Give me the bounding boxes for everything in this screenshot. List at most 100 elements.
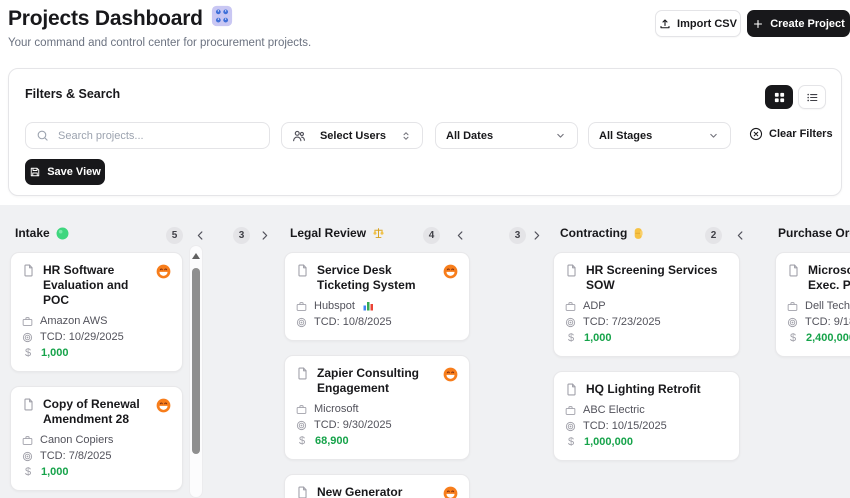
vendor-name: Dell Technologies — [805, 300, 850, 312]
tcd-row: TCD: 10/15/2025 — [565, 418, 728, 434]
value-row: $2,400,000 — [787, 330, 850, 346]
column-next-button[interactable] — [257, 228, 272, 243]
tcd-row: TCD: 7/8/2025 — [22, 448, 171, 464]
users-icon — [292, 129, 306, 143]
tcd-date: TCD: 7/8/2025 — [40, 450, 112, 462]
chevron-down-icon — [554, 129, 567, 142]
target-icon — [296, 420, 307, 431]
project-card[interactable]: HR Software Evaluation and POC Amazon AWS… — [10, 252, 183, 372]
project-value: 1,000,000 — [584, 436, 633, 448]
column-name: Purchase Orders — [778, 226, 850, 240]
project-card[interactable]: HR Screening Services SOWADPTCD: 7/23/20… — [553, 252, 740, 357]
scrollbar-thumb[interactable] — [192, 268, 200, 454]
smiley-icon — [443, 367, 458, 382]
page-subtitle: Your command and control center for proc… — [8, 37, 311, 49]
value-row: $1,000 — [22, 345, 171, 361]
card-meta: Dell TechnologiesTCD: 9/18/2025$2,400,00… — [787, 298, 850, 346]
card-header: HR Software Evaluation and POC — [22, 263, 171, 308]
smiley-icon — [443, 486, 458, 498]
clear-filters-label: Clear Filters — [769, 128, 833, 140]
vendor-name: Amazon AWS — [40, 315, 107, 327]
project-card[interactable]: Zapier Consulting Engagement Microsoft TCD… — [284, 355, 470, 460]
card-header: Microsoft Exec. Purchase — [787, 263, 850, 293]
tcd-row: TCD: 10/29/2025 — [22, 329, 171, 345]
select-users-dropdown[interactable]: Select Users — [281, 122, 423, 149]
briefcase-icon — [296, 301, 307, 312]
search-field[interactable] — [25, 122, 270, 149]
document-icon — [296, 264, 309, 277]
vendor-row: ADP — [565, 298, 728, 314]
vendor-row: Dell Technologies — [787, 298, 850, 314]
briefcase-icon — [565, 405, 576, 416]
project-card[interactable]: Service Desk Ticketing System HubspotTCD:… — [284, 252, 470, 341]
floppy-disk-icon — [29, 166, 41, 178]
select-users-label: Select Users — [320, 130, 386, 142]
vendor-name: Microsoft — [314, 403, 359, 415]
document-icon — [22, 264, 35, 277]
card-header: Zapier Consulting Engagement — [296, 366, 458, 396]
target-icon — [565, 317, 576, 328]
column-prev-button[interactable] — [193, 228, 208, 243]
value-row: $1,000 — [22, 464, 171, 480]
project-card[interactable]: Microsoft Exec. Purchase Dell Technologie… — [775, 252, 850, 357]
all-dates-dropdown[interactable]: All Dates — [435, 122, 578, 149]
column-prev-button[interactable] — [733, 228, 748, 243]
page-title-text: Projects Dashboard — [8, 7, 203, 31]
smiley-icon — [156, 398, 171, 413]
target-icon — [565, 421, 576, 432]
target-icon — [22, 332, 33, 343]
search-input[interactable] — [56, 129, 259, 143]
card-meta: HubspotTCD: 10/8/2025 — [296, 298, 458, 330]
card-meta: Canon CopiersTCD: 7/8/2025$1,000 — [22, 432, 171, 480]
column-prev-button[interactable] — [453, 228, 468, 243]
chevron-down-icon — [707, 129, 720, 142]
dollar-icon: $ — [565, 332, 577, 344]
card-meta: MicrosoftTCD: 9/30/2025$68,900 — [296, 401, 458, 449]
list-view-toggle[interactable] — [798, 85, 826, 109]
document-icon — [296, 367, 309, 380]
import-csv-button[interactable]: Import CSV — [655, 10, 741, 37]
tcd-date: TCD: 9/30/2025 — [314, 419, 392, 431]
card-title: HR Software Evaluation and POC — [43, 263, 152, 308]
dollar-icon: $ — [22, 466, 34, 478]
list-icon — [806, 91, 819, 104]
card-title: Copy of Renewal Amendment 28 — [43, 397, 152, 427]
column-legal-review: Service Desk Ticketing System HubspotTCD:… — [284, 252, 470, 498]
project-card[interactable]: Copy of Renewal Amendment 28Canon Copier… — [10, 386, 183, 491]
bar-chart-icon — [362, 300, 374, 312]
grid-view-toggle[interactable] — [765, 85, 793, 109]
card-meta: Amazon AWS TCD: 10/29/2025$1,000 — [22, 313, 171, 361]
card-meta: ABC ElectricTCD: 10/15/2025$1,000,000 — [565, 402, 728, 450]
column-title-intake: Intake — [15, 226, 69, 240]
vendor-row: Amazon AWS — [22, 313, 171, 329]
clear-filters-button[interactable]: Clear Filters — [749, 127, 833, 141]
target-icon — [296, 317, 307, 328]
column-page-badge: 3 — [509, 227, 526, 244]
document-icon — [296, 486, 309, 498]
document-icon — [22, 398, 35, 411]
x-circle-icon — [749, 127, 763, 141]
search-icon — [36, 129, 49, 142]
project-card[interactable]: New Generator Install — [284, 474, 470, 498]
scroll-up-arrow-icon[interactable] — [192, 253, 200, 259]
project-card[interactable]: HQ Lighting RetrofitABC ElectricTCD: 10/… — [553, 371, 740, 461]
target-icon — [787, 317, 798, 328]
column-next-button[interactable] — [529, 228, 544, 243]
dollar-icon: $ — [565, 436, 577, 448]
intake-column-scrollbar[interactable] — [189, 245, 203, 498]
filters-panel: Filters & Search Select Users All Dates … — [8, 68, 842, 196]
all-stages-dropdown[interactable]: All Stages — [588, 122, 731, 149]
save-view-button[interactable]: Save View — [25, 159, 105, 185]
vendor-row: Microsoft — [296, 401, 458, 417]
column-contracting: HR Screening Services SOWADPTCD: 7/23/20… — [553, 252, 740, 461]
smiley-icon — [443, 264, 458, 279]
create-project-button[interactable]: Create Project — [747, 10, 850, 37]
column-page-badge: 3 — [233, 227, 250, 244]
page-title: Projects Dashboard — [8, 5, 233, 33]
tcd-row: TCD: 10/8/2025 — [296, 314, 458, 330]
green-circle-icon — [56, 227, 69, 240]
briefcase-icon — [296, 404, 307, 415]
card-title: Service Desk Ticketing System — [317, 263, 439, 293]
all-stages-label: All Stages — [599, 130, 652, 142]
grid-icon — [773, 91, 786, 104]
